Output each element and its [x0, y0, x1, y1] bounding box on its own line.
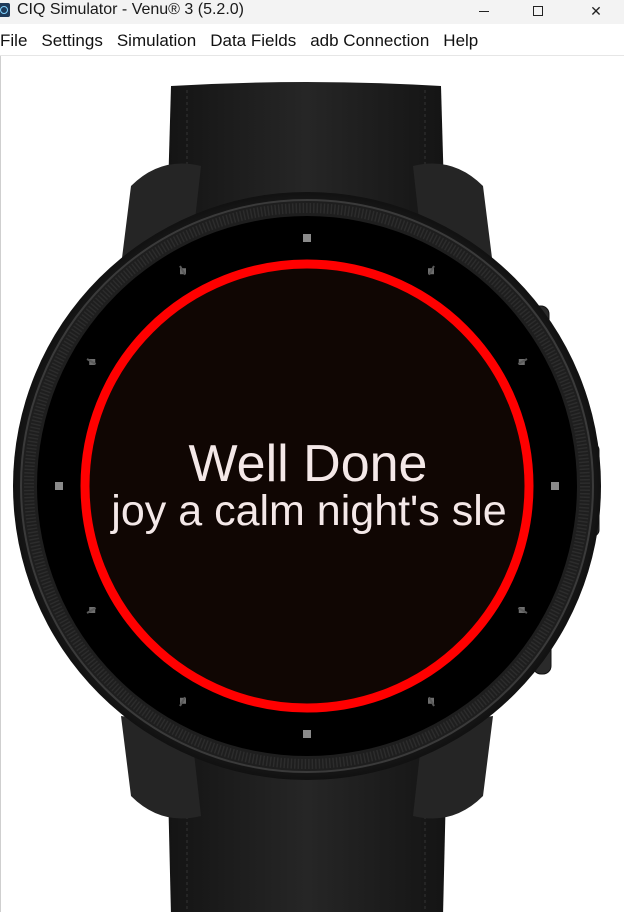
menu-help[interactable]: Help: [436, 25, 485, 56]
bezel-square-marker: [303, 730, 311, 738]
menu-simulation[interactable]: Simulation: [110, 25, 203, 56]
bezel-square-marker: [303, 234, 311, 242]
close-icon: ✕: [590, 2, 602, 19]
menu-bar: File Settings Simulation Data Fields adb…: [0, 25, 624, 56]
screen-subtitle: joy a calm night's sle: [111, 488, 507, 534]
menu-adb-connection[interactable]: adb Connection: [303, 25, 436, 56]
window-title-bar: CIQ Simulator - Venu® 3 (5.2.0) ✕: [0, 0, 624, 24]
simulator-canvas: Well Done joy a calm night's sle: [0, 56, 624, 912]
minimize-button[interactable]: [461, 0, 507, 22]
close-button[interactable]: ✕: [573, 0, 619, 22]
ciq-app-icon: [0, 3, 10, 17]
maximize-icon: [533, 6, 543, 16]
window-title: CIQ Simulator - Venu® 3 (5.2.0): [17, 1, 244, 18]
menu-data-fields[interactable]: Data Fields: [203, 25, 303, 56]
minimize-icon: [479, 10, 489, 12]
screen-title: Well Done: [188, 435, 428, 493]
menu-file[interactable]: File: [0, 25, 34, 56]
maximize-button[interactable]: [515, 0, 561, 22]
menu-settings[interactable]: Settings: [34, 25, 109, 56]
